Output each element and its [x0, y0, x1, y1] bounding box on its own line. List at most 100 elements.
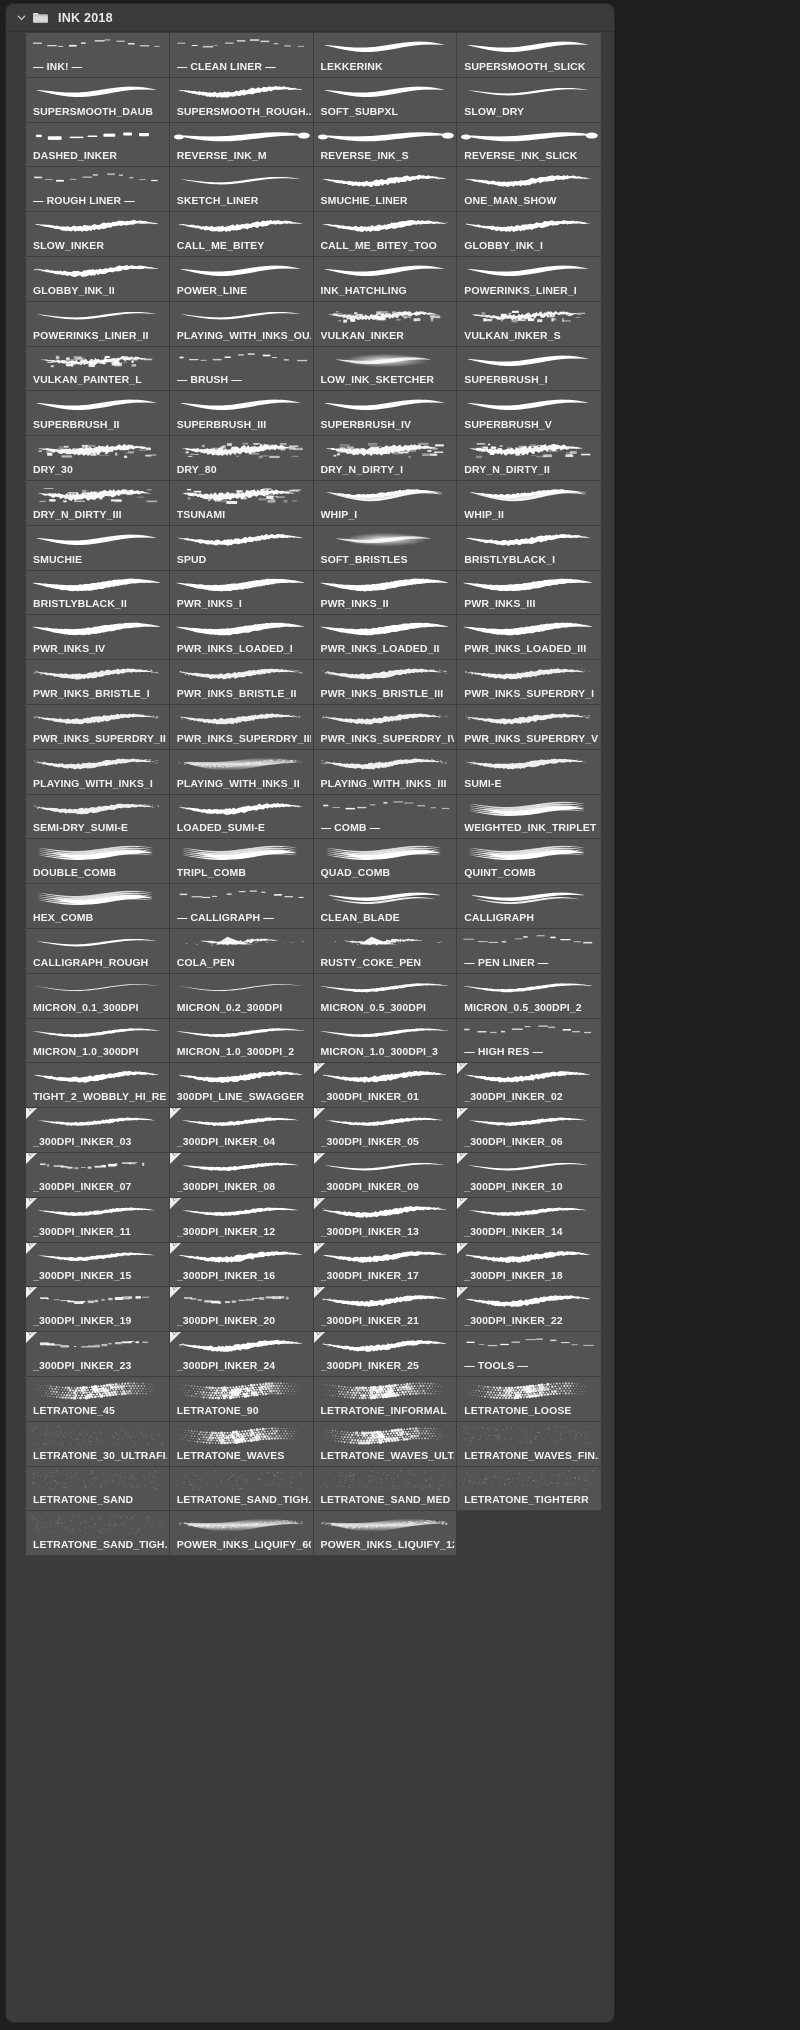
brush-tile[interactable]: — HIGH RES —: [457, 1018, 601, 1064]
brush-tile[interactable]: SUPERBRUSH_I: [457, 346, 601, 392]
brush-tile[interactable]: 16 _300DPI_INKER_17: [313, 1242, 458, 1288]
brush-tile[interactable]: LETRATONE_TIGHTERR: [457, 1466, 601, 1512]
brush-tile[interactable]: GLOBBY_INK_I: [457, 212, 601, 257]
brush-tile[interactable]: LETRATONE_LOOSE: [457, 1376, 601, 1422]
brush-tile[interactable]: QUAD_COMB: [313, 839, 458, 885]
brush-tile[interactable]: 16 _300DPI_INKER_16: [169, 1242, 314, 1288]
brush-tile[interactable]: ONE_MAN_SHOW: [457, 167, 601, 213]
brush-tile[interactable]: DOUBLE_COMB: [26, 839, 170, 885]
brush-tile[interactable]: PWR_INKS_SUPERDRY_III: [169, 704, 314, 750]
brush-tile[interactable]: PWR_INKS_I: [169, 570, 314, 616]
brush-tile[interactable]: PWR_INKS_II: [313, 570, 458, 616]
brush-tile[interactable]: LETRATONE_SAND_TIGH...: [169, 1466, 314, 1512]
brush-tile[interactable]: SOFT_SUBPXL: [313, 77, 458, 123]
brush-tile[interactable]: COLA_PEN: [169, 928, 314, 974]
brush-tile[interactable]: 16 _300DPI_INKER_19: [26, 1287, 170, 1333]
brush-tile[interactable]: WHIP_II: [457, 480, 601, 526]
brush-tile[interactable]: SUPERBRUSH_III: [169, 391, 314, 437]
brush-tile[interactable]: 16 _300DPI_INKER_09: [313, 1152, 458, 1198]
brush-tile[interactable]: 16 _300DPI_INKER_05: [313, 1108, 458, 1153]
brush-tile[interactable]: 16 _300DPI_INKER_15: [26, 1242, 170, 1288]
brush-tile[interactable]: POWERINKS_LINER_I: [457, 256, 601, 302]
brush-tile[interactable]: 16 _300DPI_INKER_18: [457, 1242, 601, 1288]
brush-tile[interactable]: LETRATONE_SAND: [26, 1466, 170, 1512]
brush-tile[interactable]: GLOBBY_INK_II: [26, 256, 170, 302]
brush-tile[interactable]: — PEN LINER —: [457, 928, 601, 974]
brush-tile[interactable]: POWER_INKS_LIQUIFY_60: [169, 1511, 314, 1557]
brush-tile[interactable]: MICRON_0.5_300DPI_2: [457, 973, 601, 1019]
brush-tile[interactable]: SUPERBRUSH_V: [457, 391, 601, 437]
brush-tile[interactable]: VULKAN_INKER_S: [457, 301, 601, 347]
brush-tile[interactable]: SUPERSMOOTH_ROUGH...: [169, 77, 314, 123]
brush-tile[interactable]: LETRATONE_90: [169, 1376, 314, 1422]
brush-tile[interactable]: POWER_LINE: [169, 256, 314, 302]
brush-tile[interactable]: 16 _300DPI_INKER_24: [169, 1332, 314, 1377]
brush-tile[interactable]: 16 _300DPI_INKER_23: [26, 1332, 170, 1377]
brush-tile[interactable]: 16 _300DPI_INKER_11: [26, 1197, 170, 1243]
brush-tile[interactable]: PWR_INKS_BRISTLE_I: [26, 660, 170, 705]
brush-tile[interactable]: DASHED_INKER: [26, 122, 170, 168]
brush-tile[interactable]: RUSTY_COKE_PEN: [313, 928, 458, 974]
brush-group-header[interactable]: INK 2018: [6, 4, 614, 32]
brush-tile[interactable]: CALL_ME_BITEY_TOO: [313, 212, 458, 257]
brush-tile[interactable]: SEMI-DRY_SUMI-E: [26, 794, 170, 840]
brush-tile[interactable]: — CLEAN LINER —: [169, 33, 314, 78]
brush-tile[interactable]: SUPERSMOOTH_SLICK: [457, 33, 601, 78]
brush-tile[interactable]: LETRATONE_30_ULTRAFI...: [26, 1421, 170, 1467]
brush-tile[interactable]: PWR_INKS_BRISTLE_III: [313, 660, 458, 705]
brush-tile[interactable]: CALL_ME_BITEY: [169, 212, 314, 257]
brush-tile[interactable]: 300DPI_LINE_SWAGGER: [169, 1063, 314, 1109]
brush-tile[interactable]: LETRATONE_SAND_MED: [313, 1466, 458, 1512]
brush-tile[interactable]: DRY_30: [26, 436, 170, 481]
brush-tile[interactable]: PWR_INKS_LOADED_III: [457, 615, 601, 661]
brush-tile[interactable]: PWR_INKS_SUPERDRY_II: [26, 704, 170, 750]
brush-tile[interactable]: [457, 1511, 601, 1556]
brush-tile[interactable]: REVERSE_INK_SLICK: [457, 122, 601, 168]
brush-tile[interactable]: PWR_INKS_SUPERDRY_IV: [313, 704, 458, 750]
brush-tile[interactable]: PWR_INKS_LOADED_I: [169, 615, 314, 661]
brush-tile[interactable]: SKETCH_LINER: [169, 167, 314, 213]
brush-tile[interactable]: DRY_N_DIRTY_III: [26, 480, 170, 526]
brush-tile[interactable]: WEIGHTED_INK_TRIPLET: [457, 794, 601, 840]
brush-tile[interactable]: TIGHT_2_WOBBLY_HI_RES: [26, 1063, 170, 1109]
brush-tile[interactable]: 16 _300DPI_INKER_10: [457, 1152, 601, 1198]
brush-tile[interactable]: PWR_INKS_III: [457, 570, 601, 616]
brush-tile[interactable]: SMUCHIE_LINER: [313, 167, 458, 213]
brush-tile[interactable]: MICRON_1.0_300DPI: [26, 1018, 170, 1064]
brush-tile[interactable]: MICRON_0.1_300DPI: [26, 973, 170, 1019]
brush-tile[interactable]: LETRATONE_WAVES_FIN...: [457, 1421, 601, 1467]
brush-tile[interactable]: — ROUGH LINER —: [26, 167, 170, 213]
brush-tile[interactable]: LOW_INK_SKETCHER: [313, 346, 458, 392]
brush-tile[interactable]: DRY_80: [169, 436, 314, 481]
brush-tile[interactable]: SUPERBRUSH_II: [26, 391, 170, 437]
brush-tile[interactable]: CALLIGRAPH_ROUGH: [26, 928, 170, 974]
brush-tile[interactable]: PWR_INKS_SUPERDRY_I: [457, 660, 601, 705]
brush-tile[interactable]: VULKAN_INKER: [313, 301, 458, 347]
chevron-down-icon[interactable]: [14, 11, 28, 25]
brush-tile[interactable]: 16 _300DPI_INKER_25: [313, 1332, 458, 1377]
brush-tile[interactable]: PWR_INKS_BRISTLE_II: [169, 660, 314, 705]
brush-tile[interactable]: — CALLIGRAPH —: [169, 884, 314, 929]
brush-tile[interactable]: — COMB —: [313, 794, 458, 840]
brush-tile[interactable]: LETRATONE_SAND_TIGH...: [26, 1511, 170, 1557]
brush-tile[interactable]: 16 _300DPI_INKER_20: [169, 1287, 314, 1333]
brush-tile[interactable]: CALLIGRAPH: [457, 884, 601, 929]
brush-tile[interactable]: PLAYING_WITH_INKS_OU...: [169, 301, 314, 347]
brush-tile[interactable]: SLOW_DRY: [457, 77, 601, 123]
brush-tile[interactable]: LETRATONE_INFORMAL: [313, 1376, 458, 1422]
brush-tile[interactable]: PLAYING_WITH_INKS_II: [169, 749, 314, 795]
brush-tile[interactable]: SOFT_BRISTLES: [313, 525, 458, 571]
brush-tile[interactable]: DRY_N_DIRTY_I: [313, 436, 458, 481]
brush-tile[interactable]: 16 _300DPI_INKER_14: [457, 1197, 601, 1243]
brush-tile[interactable]: SLOW_INKER: [26, 212, 170, 257]
brush-tile[interactable]: SUPERBRUSH_IV: [313, 391, 458, 437]
brush-tile[interactable]: LETRATONE_WAVES_ULT...: [313, 1421, 458, 1467]
brush-tile[interactable]: SUPERSMOOTH_DAUB: [26, 77, 170, 123]
brush-tile[interactable]: POWER_INKS_LIQUIFY_120: [313, 1511, 458, 1557]
brush-tile[interactable]: LEKKERINK: [313, 33, 458, 78]
brush-tile[interactable]: WHIP_I: [313, 480, 458, 526]
brush-tile[interactable]: MICRON_1.0_300DPI_3: [313, 1018, 458, 1064]
brush-tile[interactable]: BRISTLYBLACK_II: [26, 570, 170, 616]
brush-tile[interactable]: PWR_INKS_LOADED_II: [313, 615, 458, 661]
brush-tile[interactable]: MICRON_0.5_300DPI: [313, 973, 458, 1019]
